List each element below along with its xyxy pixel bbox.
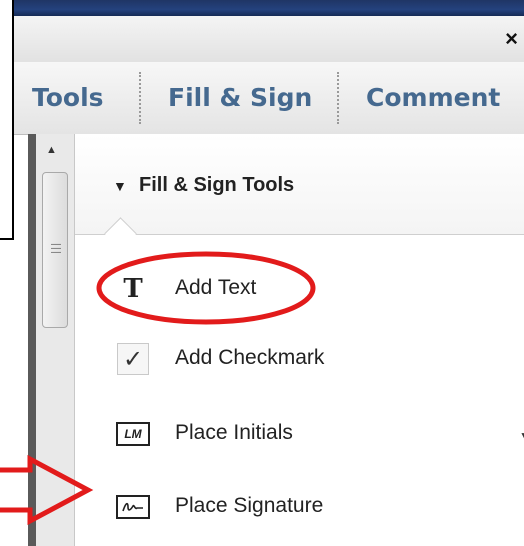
red-circle-annotation — [96, 251, 316, 325]
red-arrow-annotation — [0, 454, 94, 526]
annotation-overlay — [0, 251, 316, 526]
